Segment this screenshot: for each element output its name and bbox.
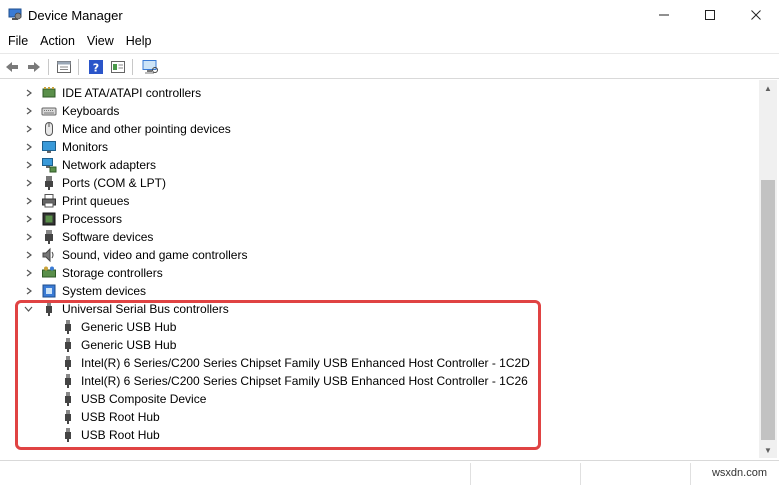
chevron-right-icon[interactable]	[23, 231, 35, 243]
menu-bar: File Action View Help	[0, 30, 779, 52]
minimize-button[interactable]	[641, 0, 687, 30]
help-button[interactable]: ?	[86, 57, 106, 77]
chevron-right-icon[interactable]	[23, 177, 35, 189]
device-manager-app-icon	[8, 8, 22, 20]
tree-item-monitors[interactable]: Monitors	[0, 138, 740, 156]
chevron-right-icon[interactable]	[23, 105, 35, 117]
chevron-right-icon[interactable]	[23, 249, 35, 261]
chevron-right-icon[interactable]	[23, 285, 35, 297]
tree-item-processors[interactable]: Processors	[0, 210, 740, 228]
forward-button[interactable]	[24, 57, 44, 77]
chevron-right-icon[interactable]	[23, 213, 35, 225]
chevron-right-icon[interactable]	[23, 123, 35, 135]
storage-controller-icon	[42, 266, 56, 278]
monitor-icon	[42, 141, 56, 153]
menu-file[interactable]: File	[2, 30, 34, 52]
tree-item-keyboards[interactable]: Keyboards	[0, 102, 740, 120]
watermark-text: wsxdn.com	[711, 467, 767, 479]
status-pane-divider	[470, 463, 471, 485]
chevron-right-icon[interactable]	[23, 267, 35, 279]
tree-item-sound-video-game[interactable]: Sound, video and game controllers	[0, 246, 740, 264]
scan-hardware-icon	[142, 60, 158, 74]
toolbar: ?	[0, 53, 779, 79]
tree-item-label: Ports (COM & LPT)	[62, 176, 167, 190]
port-icon	[45, 176, 53, 190]
svg-text:?: ?	[93, 62, 99, 75]
menu-action[interactable]: Action	[34, 30, 81, 52]
tree-item-mice[interactable]: Mice and other pointing devices	[0, 120, 740, 138]
tree-item-label: System devices	[62, 284, 147, 298]
back-button[interactable]	[2, 57, 22, 77]
menu-help[interactable]: Help	[120, 30, 158, 52]
scroll-thumb[interactable]	[761, 180, 775, 440]
tree-item-label: Mice and other pointing devices	[62, 122, 231, 136]
chevron-right-icon[interactable]	[23, 141, 35, 153]
tree-item-label: Sound, video and game controllers	[62, 248, 248, 262]
scroll-down-arrow-icon[interactable]: ▼	[759, 442, 777, 458]
update-driver-icon	[111, 61, 125, 73]
tree-item-system-devices[interactable]: System devices	[0, 282, 740, 300]
tree-item-label: Storage controllers	[62, 266, 163, 280]
processor-icon	[42, 212, 56, 226]
software-device-icon	[45, 230, 53, 244]
tree-item-label: Network adapters	[62, 158, 157, 172]
scroll-up-arrow-icon[interactable]: ▲	[759, 80, 777, 96]
toolbar-separator	[132, 59, 133, 75]
tree-item-label: IDE ATA/ATAPI controllers	[62, 86, 202, 100]
close-button[interactable]	[733, 0, 779, 30]
menu-view[interactable]: View	[81, 30, 120, 52]
sound-icon	[42, 247, 54, 263]
vertical-scrollbar[interactable]: ▲ ▼	[759, 80, 777, 458]
status-bar: wsxdn.com	[0, 460, 779, 486]
maximize-icon	[705, 10, 715, 20]
status-pane-divider	[580, 463, 581, 485]
toolbar-separator	[78, 59, 79, 75]
forward-icon	[28, 62, 40, 72]
help-icon: ?	[89, 60, 103, 75]
maximize-button[interactable]	[687, 0, 733, 30]
toolbar-separator	[48, 59, 49, 75]
chevron-right-icon[interactable]	[23, 87, 35, 99]
tree-item-print-queues[interactable]: Print queues	[0, 192, 740, 210]
update-driver-button[interactable]	[108, 57, 128, 77]
properties-icon	[57, 61, 71, 73]
tree-item-software-devices[interactable]: Software devices	[0, 228, 740, 246]
tree-item-label: Print queues	[62, 194, 130, 208]
close-icon	[751, 10, 761, 20]
status-pane-divider	[690, 463, 691, 485]
back-icon	[6, 62, 18, 72]
usb-highlight-box	[15, 300, 541, 450]
properties-button[interactable]	[54, 57, 74, 77]
window-title: Device Manager	[28, 8, 123, 23]
tree-item-label: Processors	[62, 212, 123, 226]
tree-item-label: Keyboards	[62, 104, 120, 118]
tree-item-label: Monitors	[62, 140, 109, 154]
tree-item-ide-controllers[interactable]: IDE ATA/ATAPI controllers	[0, 84, 740, 102]
keyboard-icon	[41, 107, 57, 116]
tree-item-label: Software devices	[62, 230, 154, 244]
ide-controller-icon	[42, 87, 56, 98]
title-bar: Device Manager	[0, 0, 779, 30]
chevron-right-icon[interactable]	[23, 159, 35, 171]
tree-item-storage-controllers[interactable]: Storage controllers	[0, 264, 740, 282]
tree-item-ports[interactable]: Ports (COM & LPT)	[0, 174, 740, 192]
network-adapter-icon	[42, 158, 57, 173]
scan-hardware-button[interactable]	[140, 57, 160, 77]
chevron-right-icon[interactable]	[23, 195, 35, 207]
tree-item-network-adapters[interactable]: Network adapters	[0, 156, 740, 174]
minimize-icon	[659, 14, 669, 16]
printer-icon	[42, 194, 56, 208]
mouse-icon	[45, 122, 53, 136]
system-device-icon	[42, 284, 56, 298]
